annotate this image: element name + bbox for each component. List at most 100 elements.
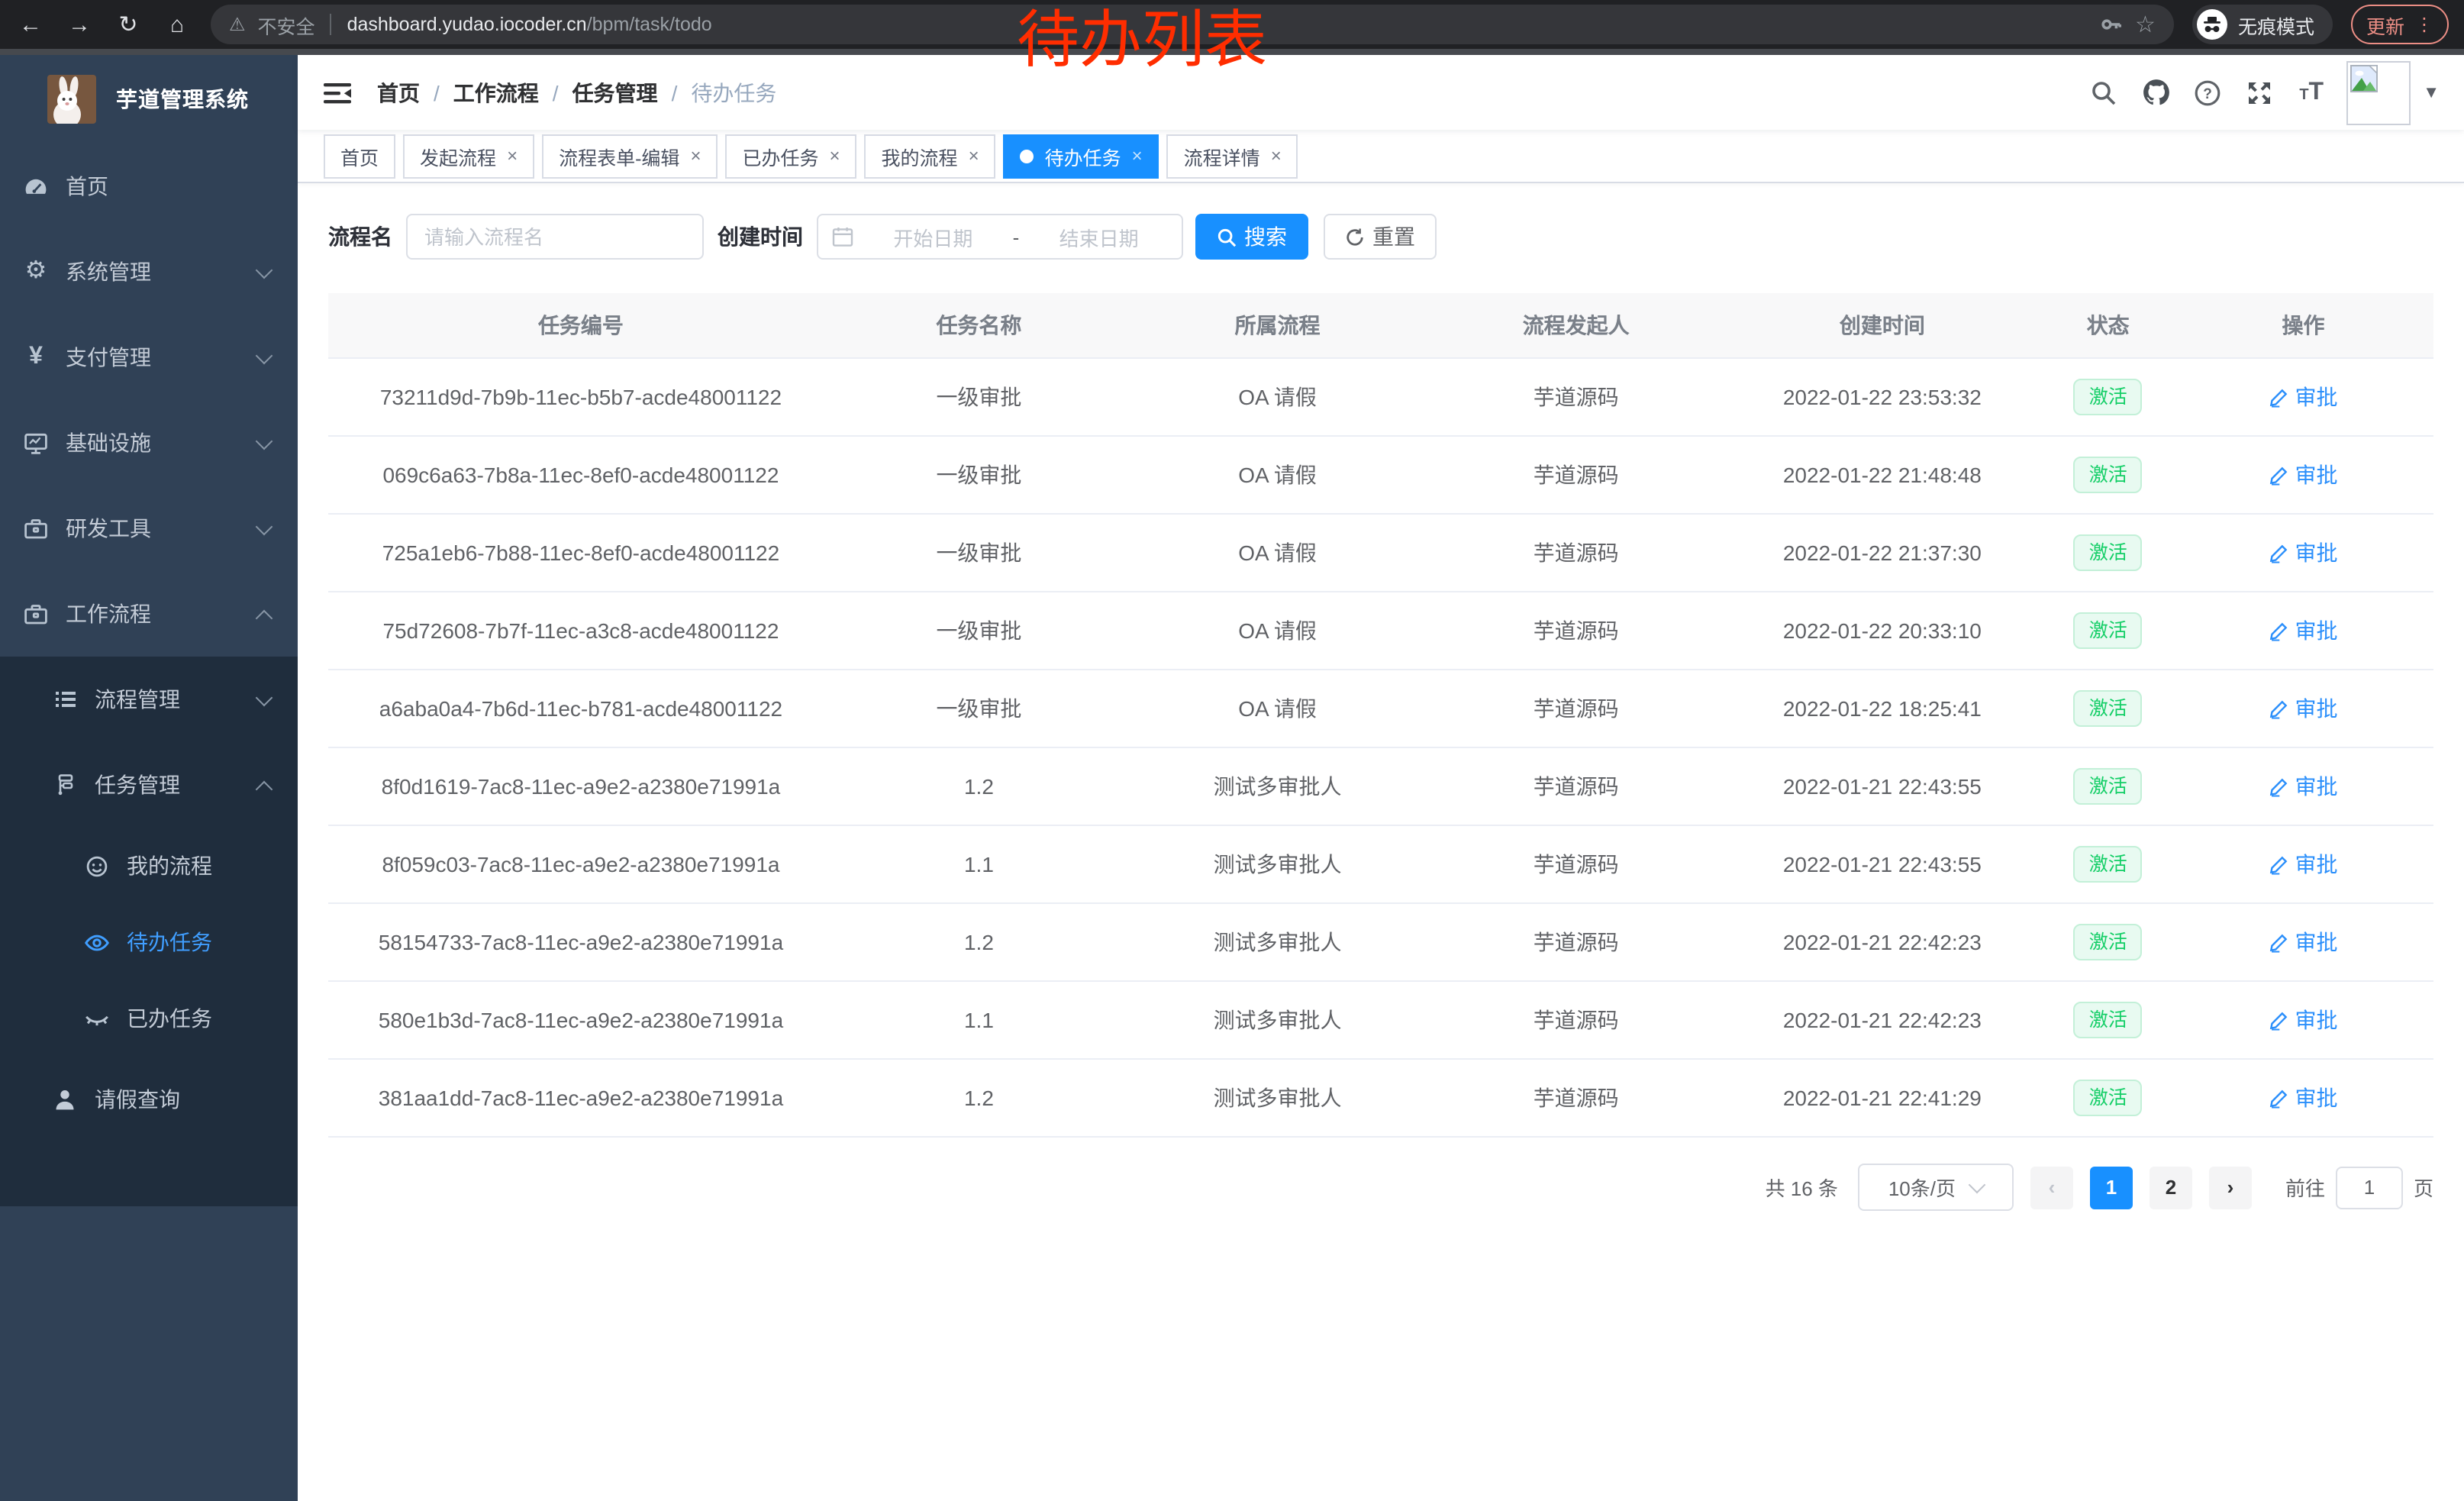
table-row: 8f059c03-7ac8-11ec-a9e2-a2380e71991a 1.1…	[328, 825, 2433, 903]
approve-link[interactable]: 审批	[2269, 849, 2337, 880]
approve-link[interactable]: 审批	[2269, 771, 2337, 802]
sidebar-item-leave-query[interactable]: 请假查询	[0, 1057, 298, 1142]
status-badge: 激活	[2074, 457, 2143, 494]
calendar-icon	[832, 226, 853, 247]
page-button-1[interactable]: 1	[2090, 1166, 2133, 1209]
breadcrumb-workflow[interactable]: 工作流程	[453, 77, 539, 108]
page-size-select[interactable]: 10条/页	[1858, 1164, 2014, 1211]
range-separator: -	[1013, 225, 1020, 248]
task-table: 任务编号 任务名称 所属流程 流程发起人 创建时间 状态 操作	[328, 293, 2433, 1138]
status-cell: 激活	[2043, 1059, 2172, 1137]
breadcrumb-task-mgmt[interactable]: 任务管理	[572, 77, 658, 108]
create-time-label: 创建时间	[718, 221, 803, 252]
tab-my-process[interactable]: 我的流程×	[865, 134, 996, 178]
task-id-cell: 069c6a63-7b8a-11ec-8ef0-acde48001122	[328, 436, 834, 514]
browser-back-icon[interactable]: ←	[15, 11, 46, 37]
approve-link[interactable]: 审批	[2269, 460, 2337, 490]
sidebar-item-todo-tasks[interactable]: 待办任务	[0, 904, 298, 980]
sidebar-item-devtools[interactable]: 研发工具	[0, 486, 298, 571]
starter-cell: 芋道源码	[1430, 436, 1721, 514]
tab-done-tasks[interactable]: 已办任务×	[725, 134, 856, 178]
status-badge: 激活	[2074, 768, 2143, 805]
starter-cell: 芋道源码	[1430, 981, 1721, 1059]
search-icon[interactable]	[2078, 79, 2130, 106]
bookmark-star-icon[interactable]: ☆	[2135, 11, 2156, 38]
sidebar-item-payment[interactable]: ¥ 支付管理	[0, 315, 298, 400]
table-row: 069c6a63-7b8a-11ec-8ef0-acde48001122 一级审…	[328, 436, 2433, 514]
status-cell: 激活	[2043, 592, 2172, 670]
breadcrumb-separator: /	[553, 80, 559, 105]
tab-home[interactable]: 首页	[324, 134, 395, 178]
sidebar-item-system[interactable]: ⚙ 系统管理	[0, 229, 298, 315]
close-icon[interactable]: ×	[969, 145, 979, 166]
avatar[interactable]	[2346, 60, 2411, 124]
approve-link[interactable]: 审批	[2269, 927, 2337, 957]
collapse-sidebar-icon[interactable]	[322, 77, 353, 108]
sidebar-item-home[interactable]: 首页	[0, 144, 298, 229]
next-page-button[interactable]: ›	[2209, 1166, 2252, 1209]
sidebar-item-task-mgmt[interactable]: 任务管理	[0, 742, 298, 828]
close-icon[interactable]: ×	[1132, 145, 1143, 166]
approve-link[interactable]: 审批	[2269, 382, 2337, 412]
close-icon[interactable]: ×	[507, 145, 518, 166]
task-id-cell: 381aa1dd-7ac8-11ec-a9e2-a2380e71991a	[328, 1059, 834, 1137]
browser-home-icon[interactable]: ⌂	[162, 11, 192, 37]
password-key-icon[interactable]	[2098, 12, 2123, 37]
sidebar-item-done-tasks[interactable]: 已办任务	[0, 980, 298, 1057]
browser-reload-icon[interactable]: ↻	[113, 11, 144, 38]
tab-form-edit[interactable]: 流程表单-编辑×	[542, 134, 718, 178]
browser-update-button[interactable]: 更新 ⋮	[2351, 5, 2449, 44]
fullscreen-icon[interactable]	[2233, 79, 2285, 106]
status-badge: 激活	[2074, 612, 2143, 650]
browser-menu-icon[interactable]: ⋮	[2415, 14, 2433, 35]
tab-start-process[interactable]: 发起流程×	[403, 134, 534, 178]
start-date-placeholder: 开始日期	[864, 222, 1002, 251]
task-name-cell: 一级审批	[834, 358, 1124, 436]
incognito-icon	[2197, 9, 2227, 40]
close-icon[interactable]: ×	[690, 145, 701, 166]
incognito-label: 无痕模式	[2238, 10, 2314, 39]
chevron-down-icon	[256, 347, 273, 365]
process-name-input[interactable]	[406, 214, 704, 260]
status-badge: 激活	[2074, 1002, 2143, 1039]
url-bar[interactable]: ⚠ 不安全 dashboard.yudao.iocoder.cn/bpm/tas…	[211, 5, 2174, 44]
approve-link[interactable]: 审批	[2269, 1005, 2337, 1035]
approve-link[interactable]: 审批	[2269, 537, 2337, 568]
sidebar-item-process-mgmt[interactable]: 流程管理	[0, 657, 298, 742]
edit-pen-icon	[2269, 854, 2288, 874]
browser-forward-icon[interactable]: →	[64, 11, 95, 37]
reset-button[interactable]: 重置	[1324, 214, 1437, 260]
sidebar-item-workflow[interactable]: 工作流程	[0, 571, 298, 657]
font-size-icon[interactable]: TT	[2285, 79, 2337, 106]
close-icon[interactable]: ×	[1271, 145, 1282, 166]
page-button-2[interactable]: 2	[2150, 1166, 2192, 1209]
search-button[interactable]: 搜索	[1195, 214, 1308, 260]
tags-view-bar: 首页 发起流程× 流程表单-编辑× 已办任务× 我的流程× 待办任务×	[298, 130, 2464, 183]
close-icon[interactable]: ×	[830, 145, 840, 166]
sidebar-item-infra[interactable]: 基础设施	[0, 400, 298, 486]
prev-page-button[interactable]: ‹	[2030, 1166, 2073, 1209]
approve-link[interactable]: 审批	[2269, 693, 2337, 724]
breadcrumb-home[interactable]: 首页	[377, 77, 420, 108]
help-icon[interactable]: ?	[2182, 79, 2233, 106]
tab-todo-tasks[interactable]: 待办任务×	[1004, 134, 1159, 178]
edit-pen-icon	[2269, 465, 2288, 485]
sidebar-item-my-process[interactable]: 我的流程	[0, 828, 298, 904]
end-date-placeholder: 结束日期	[1030, 222, 1168, 251]
flow-icon	[52, 773, 78, 797]
app-title: 芋道管理系统	[116, 84, 249, 115]
tab-process-detail[interactable]: 流程详情×	[1167, 134, 1298, 178]
create-time-cell: 2022-01-21 22:43:55	[1721, 825, 2043, 903]
github-icon[interactable]	[2130, 78, 2182, 107]
chevron-down-icon	[256, 518, 273, 536]
sidebar-logo-row[interactable]: 芋道管理系统	[0, 55, 298, 144]
date-range-picker[interactable]: 开始日期 - 结束日期	[817, 214, 1183, 260]
task-name-cell: 1.1	[834, 825, 1124, 903]
approve-link[interactable]: 审批	[2269, 1083, 2337, 1113]
process-cell: OA 请假	[1124, 670, 1430, 747]
not-secure-icon: ⚠	[229, 14, 246, 35]
avatar-caret-icon[interactable]: ▼	[2423, 83, 2440, 102]
goto-page-input[interactable]	[2336, 1166, 2403, 1209]
approve-link[interactable]: 审批	[2269, 615, 2337, 646]
starter-cell: 芋道源码	[1430, 358, 1721, 436]
